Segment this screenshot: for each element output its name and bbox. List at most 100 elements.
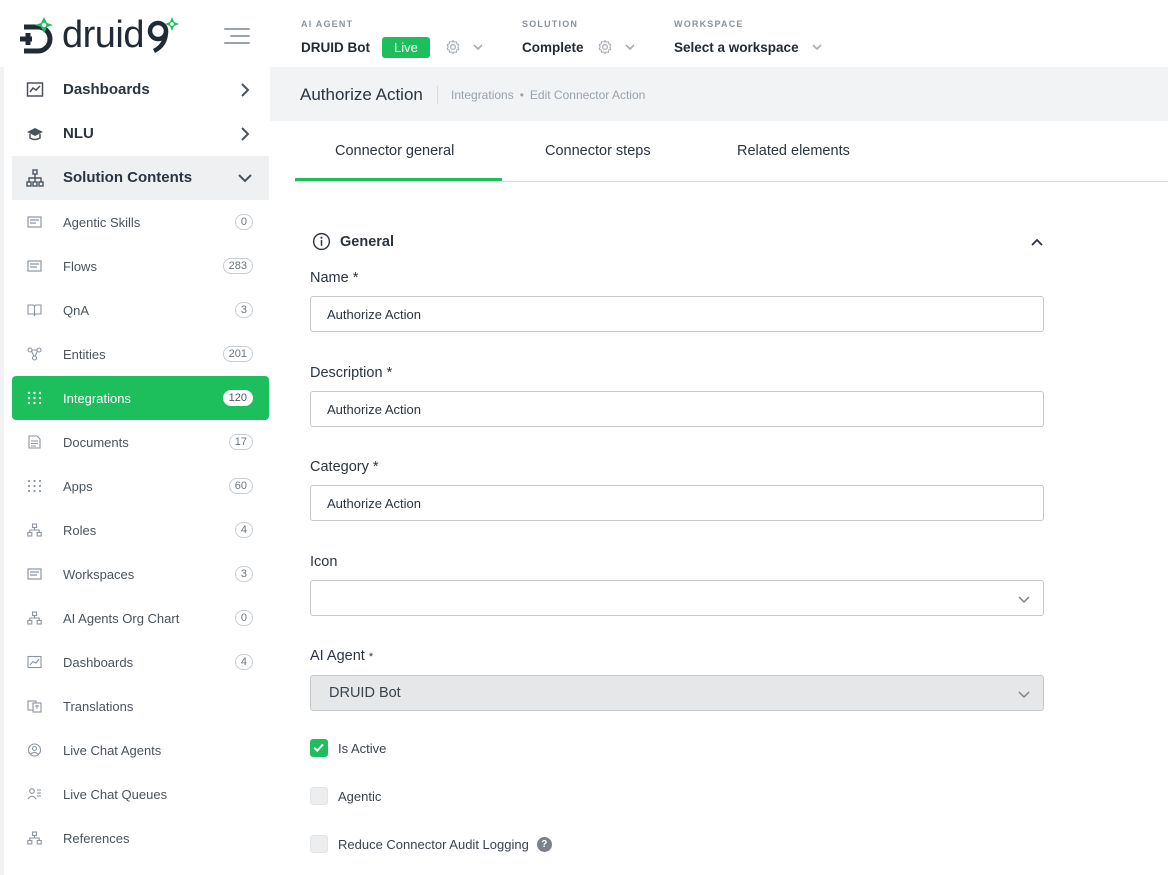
sidebar-item-label: Roles [63,523,97,538]
page-header: Authorize Action Integrations • Edit Con… [270,67,1168,121]
count-badge: 0 [234,214,253,230]
queue-icon [27,788,41,800]
count-badge: 3 [234,302,253,318]
help-icon[interactable]: ? [536,836,552,852]
references-icon [27,831,42,845]
section-title: General [340,234,394,250]
breadcrumb: Integrations • Edit Connector Action [451,88,645,102]
ai-agent-select: DRUID Bot [310,675,1044,711]
apps-icon [27,479,42,493]
sidebar-item-apps[interactable]: Apps 60 [12,464,269,508]
general-section-header[interactable]: General [310,230,1045,254]
brand-name: druid [62,14,145,56]
sidebar-item-workspaces[interactable]: Workspaces 3 [12,552,269,596]
chart-icon [26,82,44,97]
main-content: Authorize Action Integrations • Edit Con… [270,67,1168,875]
sidebar-item-label: Live Chat Queues [63,787,168,802]
ai-agent-value: DRUID Bot [301,39,370,55]
sidebar-item-ai-agents-org-chart[interactable]: AI Agents Org Chart 0 [12,596,269,640]
gear-icon[interactable] [596,38,614,56]
solution-value: Complete [522,39,584,55]
page-title: Authorize Action [300,85,423,104]
count-badge: 283 [222,258,253,274]
reduce-logging-checkbox-row[interactable]: Reduce Connector Audit Logging ? [310,834,552,854]
sidebar-item-nlu[interactable]: NLU [12,112,269,156]
book-icon [27,304,42,317]
chevron-right-icon [241,83,250,97]
sidebar-item-dashboards[interactable]: Dashboards [12,68,269,112]
translate-icon [27,700,42,713]
name-label-text: Name [310,270,349,286]
sidebar-item-references[interactable]: References [12,816,269,860]
sidebar-section-solution-contents[interactable]: Solution Contents [12,156,269,200]
count-badge: 201 [222,346,253,362]
workspace-selector[interactable]: WORKSPACE Select a workspace [674,18,823,58]
is-active-checkbox-row[interactable]: Is Active [310,738,386,758]
chevron-down-icon[interactable] [811,41,823,53]
required-mark: * [352,270,359,286]
is-active-checkbox[interactable] [310,739,328,757]
flows-icon [27,260,42,272]
name-label: Name * [310,270,358,286]
tab-connector-general[interactable]: Connector general [335,143,454,181]
druid-logo[interactable]: druid [18,14,180,56]
sidebar-item-integrations[interactable]: Integrations 120 [12,376,269,420]
chevron-down-icon[interactable] [472,41,484,53]
sidebar-item-translations[interactable]: Translations [12,684,269,728]
checkmark-icon [313,743,324,753]
sidebar-item-label: Apps [63,479,93,494]
chevron-up-icon[interactable] [1029,234,1045,250]
sidebar-item-label: Integrations [63,391,131,406]
description-label-text: Description [310,365,383,381]
druid-logo-icon [20,17,53,54]
breadcrumb-integrations[interactable]: Integrations [451,88,514,102]
chevron-down-icon[interactable] [624,41,636,53]
org-icon [27,523,42,537]
sidebar-item-qna[interactable]: QnA 3 [12,288,269,332]
solution-selector[interactable]: SOLUTION Complete [522,18,636,58]
reduce-logging-label: Reduce Connector Audit Logging [338,836,529,852]
sidebar: Dashboards NLU Solution Contents Agentic… [0,67,270,875]
sidebar-item-flows[interactable]: Flows 283 [12,244,269,288]
description-label: Description * [310,365,392,381]
gear-icon[interactable] [444,38,462,56]
sidebar-item-label: Live Chat Agents [63,743,162,758]
ai-agent-selector[interactable]: AI AGENT DRUID Bot Live [301,18,484,58]
sidebar-item-label: Workspaces [63,567,135,582]
agentic-checkbox-row[interactable]: Agentic [310,786,381,806]
sidebar-item-roles[interactable]: Roles 4 [12,508,269,552]
is-active-label: Is Active [338,740,387,756]
count-badge: 4 [234,654,253,670]
required-mark: * [386,365,393,381]
status-badge: Live [382,36,430,58]
sidebar-item-label: Solution Contents [63,169,193,186]
chevron-down-icon [1018,596,1030,604]
breadcrumb-current: Edit Connector Action [529,88,646,102]
sidebar-item-agentic-skills[interactable]: Agentic Skills 0 [12,200,269,244]
sidebar-item-label: AI Agents Org Chart [63,611,180,626]
tab-connector-steps[interactable]: Connector steps [545,143,651,181]
required-mark: * [368,651,374,663]
sidebar-item-documents[interactable]: Documents 17 [12,420,269,464]
icon-select[interactable] [310,580,1044,616]
agentic-checkbox[interactable] [310,787,328,805]
sidebar-item-label: Entities [63,347,106,362]
entities-icon [27,347,42,361]
reduce-logging-checkbox[interactable] [310,835,328,853]
solution-label: SOLUTION [522,19,579,29]
description-input[interactable] [310,391,1044,427]
breadcrumb-separator: • [519,88,524,102]
name-input[interactable] [310,296,1044,332]
sidebar-item-dashboards[interactable]: Dashboards 4 [12,640,269,684]
chart-icon [27,655,42,669]
sidebar-item-live-chat-agents[interactable]: Live Chat Agents [12,728,269,772]
sidebar-item-entities[interactable]: Entities 201 [12,332,269,376]
menu-toggle-icon[interactable] [224,26,250,46]
sidebar-item-live-chat-queues[interactable]: Live Chat Queues [12,772,269,816]
sidebar-item-label: Documents [63,435,129,450]
ai-agent-select-value: DRUID Bot [329,685,401,701]
tab-related-elements[interactable]: Related elements [737,143,850,181]
count-badge: 0 [234,610,253,626]
workspace-icon [27,568,42,580]
category-input[interactable] [310,485,1044,521]
